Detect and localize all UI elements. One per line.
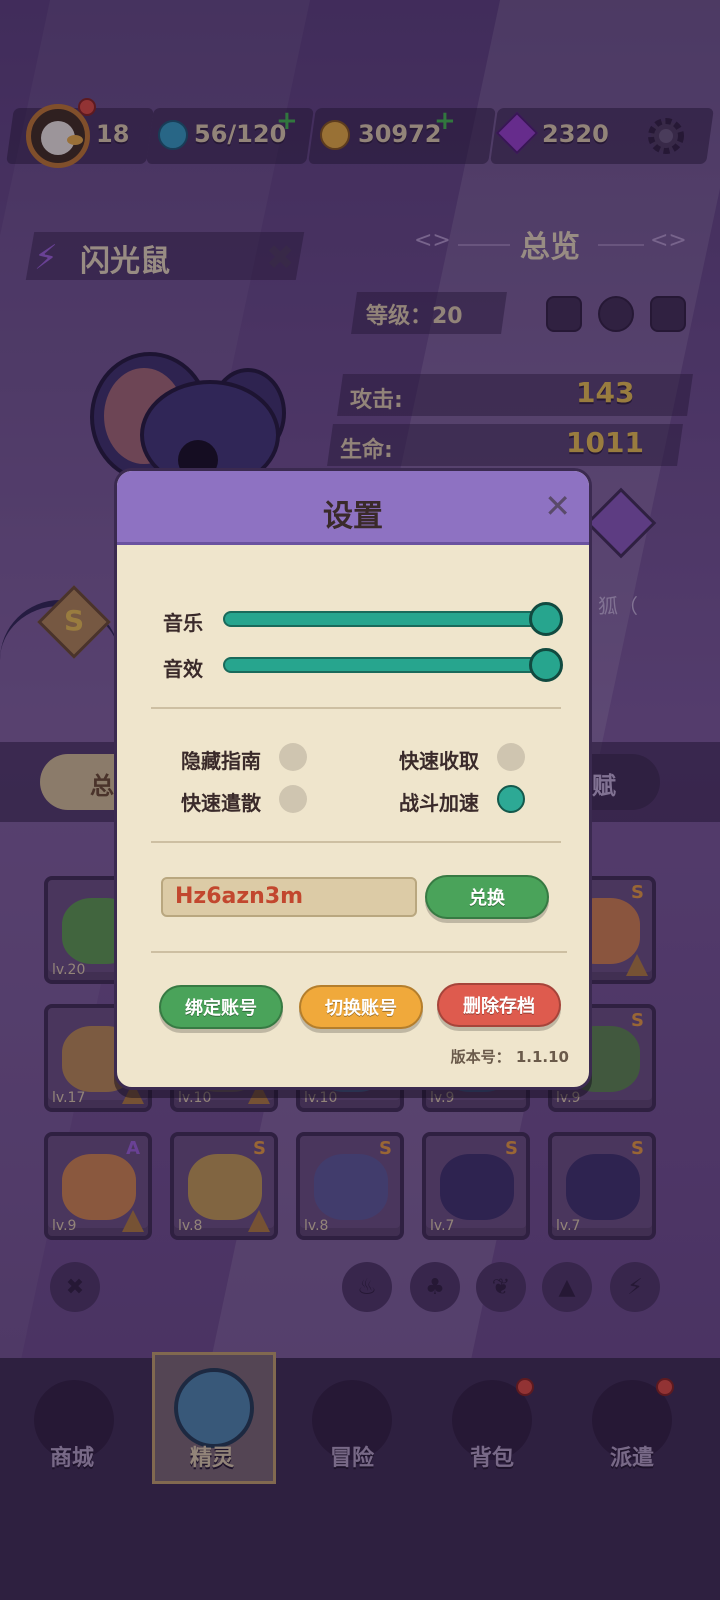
quick-collect-label: 快速收取	[399, 749, 479, 773]
battle-speed-label: 战斗加速	[399, 791, 479, 815]
delete-save-button[interactable]: 删除存档	[437, 983, 561, 1027]
battle-speed-toggle[interactable]	[497, 785, 525, 813]
sfx-slider-knob[interactable]	[529, 648, 563, 682]
divider	[151, 707, 561, 709]
switch-account-button[interactable]: 切换账号	[299, 985, 423, 1029]
quick-dismiss-toggle[interactable]	[279, 785, 307, 813]
music-slider-knob[interactable]	[529, 602, 563, 636]
version-number: 1.1.10	[515, 1048, 569, 1066]
sfx-label: 音效	[163, 657, 203, 681]
version-label: 版本号：	[450, 1048, 511, 1066]
dialog-title: 设置	[323, 499, 383, 534]
settings-dialog: 设置 ✕ 音乐 音效 隐藏指南 快速收取 快速遣散 战斗加速 Hz6azn3m …	[114, 468, 592, 1090]
music-slider[interactable]	[223, 611, 559, 627]
divider	[151, 951, 567, 953]
hide-guide-label: 隐藏指南	[181, 749, 261, 773]
hide-guide-toggle[interactable]	[279, 743, 307, 771]
quick-dismiss-label: 快速遣散	[181, 791, 261, 815]
close-icon[interactable]: ✕	[544, 487, 571, 525]
redeem-button[interactable]: 兑换	[425, 875, 549, 919]
version-text: 版本号： 1.1.10	[451, 1046, 569, 1067]
quick-collect-toggle[interactable]	[497, 743, 525, 771]
redeem-code-input[interactable]: Hz6azn3m	[161, 877, 417, 917]
music-label: 音乐	[163, 611, 203, 635]
divider	[151, 841, 561, 843]
bind-account-button[interactable]: 绑定账号	[159, 985, 283, 1029]
sfx-slider[interactable]	[223, 657, 559, 673]
